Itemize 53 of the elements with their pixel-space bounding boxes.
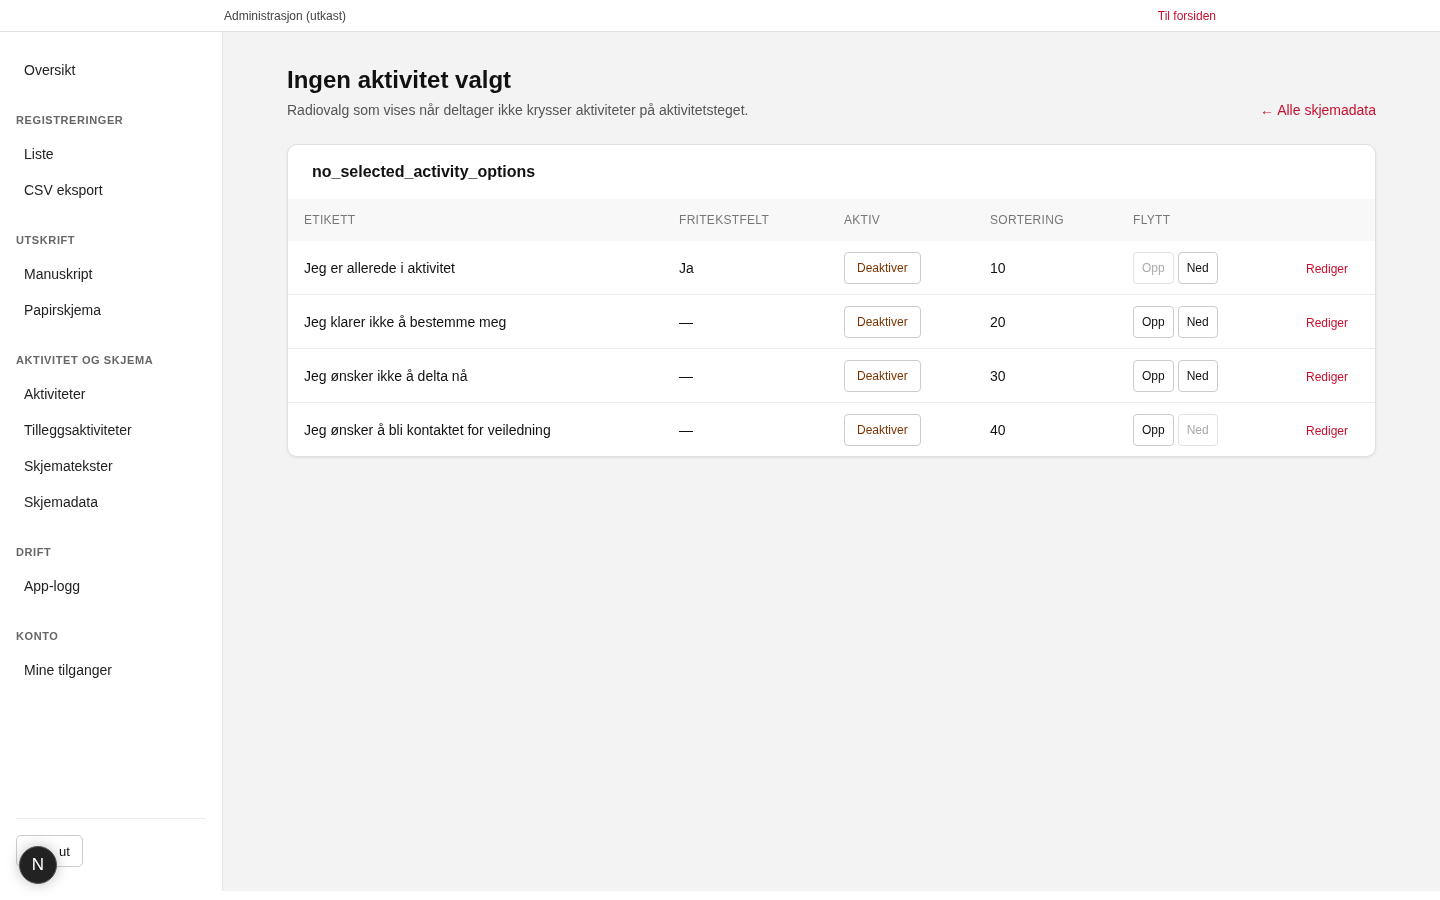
deactivate-button[interactable]: Deaktiver xyxy=(844,359,921,392)
up-button[interactable]: Opp xyxy=(1133,413,1174,446)
section-heading: KONTO xyxy=(16,629,60,644)
home-link[interactable]: Til forsiden xyxy=(1157,8,1216,23)
table-cell-text: 10 xyxy=(990,259,1007,276)
table-cell-text: 40 xyxy=(990,421,1007,438)
table-cell-text: — xyxy=(679,313,694,330)
table-cell-text: Jeg er allerede i aktivitet xyxy=(304,259,456,276)
table-cell-text: — xyxy=(679,421,694,438)
edit-link[interactable]: Rediger xyxy=(1306,315,1349,330)
sidebar-item[interactable]: Papirskjema xyxy=(16,292,206,328)
down-button[interactable]: Ned xyxy=(1177,251,1218,284)
section-heading: DRIFT xyxy=(16,545,53,560)
sidebar-item[interactable]: Tilleggsaktiviteter xyxy=(16,412,206,448)
up-button[interactable]: Opp xyxy=(1133,305,1174,338)
table-cell-text: — xyxy=(679,367,694,384)
sidebar-item[interactable]: Manuskript xyxy=(16,256,206,292)
table-cell-text: 20 xyxy=(990,313,1007,330)
column-header: AKTIV xyxy=(844,213,882,227)
sidebar-item[interactable]: Aktiviteter xyxy=(16,376,206,412)
page-title: Ingen aktivitet valgt xyxy=(287,66,513,94)
table-cell-text: Ja xyxy=(679,259,695,276)
section-heading: REGISTRERINGER xyxy=(16,113,125,128)
sidebar-item[interactable]: Oversikt xyxy=(16,52,206,88)
app-title: Administrasjon (utkast) xyxy=(224,8,347,23)
table-cell-text: Jeg ønsker ikke å delta nå xyxy=(304,367,469,384)
edit-link[interactable]: Rediger xyxy=(1306,369,1349,384)
back-link[interactable]: ← Alle skjemadata xyxy=(1260,102,1376,118)
table-cell-text: Jeg ønsker å bli kontaktet for veiledning xyxy=(304,421,552,438)
column-header: SORTERING xyxy=(990,213,1065,227)
sidebar-item[interactable]: CSV eksport xyxy=(16,172,206,208)
column-header: FLYTT xyxy=(1133,213,1172,227)
column-header: ETIKETT xyxy=(304,213,357,227)
table-cell-text: 30 xyxy=(990,367,1007,384)
deactivate-button[interactable]: Deaktiver xyxy=(844,251,921,284)
sidebar-item[interactable]: App-logg xyxy=(16,568,206,604)
down-button[interactable]: Ned xyxy=(1177,359,1218,392)
edit-link[interactable]: Rediger xyxy=(1306,261,1349,276)
down-button[interactable]: Ned xyxy=(1177,305,1218,338)
deactivate-button[interactable]: Deaktiver xyxy=(844,413,921,446)
sidebar-item[interactable]: Liste xyxy=(16,136,206,172)
column-header: FRITEKSTFELT xyxy=(679,213,771,227)
up-button[interactable]: Opp xyxy=(1133,359,1174,392)
sidebar-item[interactable]: Skjemadata xyxy=(16,484,206,520)
section-heading: UTSKRIFT xyxy=(16,233,77,248)
deactivate-button[interactable]: Deaktiver xyxy=(844,305,921,338)
section-heading: AKTIVITET OG SKJEMA xyxy=(16,353,155,368)
page-description: Radiovalg som vises når deltager ikke krysser aktiviteter på aktivitetsteget. xyxy=(287,102,749,118)
table-title: no_selected_activity_options xyxy=(311,162,537,182)
sidebar-item[interactable]: Mine tilganger xyxy=(16,652,206,688)
sidebar-item[interactable]: Skjematekster xyxy=(16,448,206,484)
table-cell-text: Jeg klarer ikke å bestemme meg xyxy=(304,313,508,330)
edit-link[interactable]: Rediger xyxy=(1306,423,1349,438)
